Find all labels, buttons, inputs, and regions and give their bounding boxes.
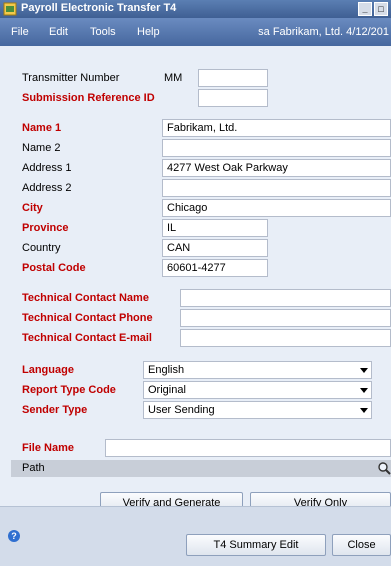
transmitter-number-field[interactable] [198,69,268,87]
report-type-value: Original [148,384,186,396]
user-company-date: sa Fabrikam, Ltd. 4/12/201 [258,26,389,38]
chevron-down-icon[interactable] [360,388,368,393]
chevron-down-icon[interactable] [360,368,368,373]
app-icon [3,2,17,16]
postal-code-label: Postal Code [22,262,86,274]
menu-file[interactable]: File [11,26,29,38]
address2-field[interactable] [162,179,391,197]
path-label: Path [22,462,45,474]
language-select[interactable]: English [143,361,372,379]
menu-bar: File Edit Tools Help sa Fabrikam, Ltd. 4… [0,18,391,46]
menu-tools[interactable]: Tools [90,26,116,38]
name1-label: Name 1 [22,122,62,134]
language-label: Language [22,364,74,376]
file-name-field[interactable] [105,439,391,457]
menu-help[interactable]: Help [137,26,160,38]
province-field[interactable]: IL [162,219,268,237]
city-field[interactable]: Chicago [162,199,391,217]
sender-type-select[interactable]: User Sending [143,401,372,419]
name2-field[interactable] [162,139,391,157]
country-label: Country [22,242,61,254]
report-type-select[interactable]: Original [143,381,372,399]
payroll-transfer-window: Payroll Electronic Transfer T4 _ □ File … [0,0,391,566]
minimize-icon[interactable]: _ [358,2,372,16]
maximize-icon[interactable]: □ [374,2,388,16]
transmitter-prefix: MM [164,72,183,84]
tech-contact-phone-label: Technical Contact Phone [22,312,153,324]
help-icon[interactable]: ? [8,530,20,542]
sender-type-value: User Sending [148,404,215,416]
city-label: City [22,202,43,214]
path-row [11,460,391,477]
submission-reference-field[interactable] [198,89,268,107]
tech-contact-email-label: Technical Contact E-mail [22,332,152,344]
name1-field[interactable]: Fabrikam, Ltd. [162,119,391,137]
menu-edit[interactable]: Edit [49,26,68,38]
chevron-down-icon[interactable] [360,408,368,413]
submission-reference-label: Submission Reference ID [22,92,155,104]
report-type-label: Report Type Code [22,384,116,396]
title-bar: Payroll Electronic Transfer T4 _ □ [0,0,391,18]
postal-code-field[interactable]: 60601-4277 [162,259,268,277]
tech-contact-email-field[interactable] [180,329,391,347]
tech-contact-phone-field[interactable] [180,309,391,327]
tech-contact-name-label: Technical Contact Name [22,292,149,304]
country-field[interactable]: CAN [162,239,268,257]
language-value: English [148,364,185,376]
tech-contact-name-field[interactable] [180,289,391,307]
transmitter-number-label: Transmitter Number [22,72,120,84]
t4-summary-edit-button[interactable]: T4 Summary Edit [186,534,326,556]
sender-type-label: Sender Type [22,404,88,416]
window-title: Payroll Electronic Transfer T4 [21,2,177,14]
close-button[interactable]: Close [332,534,391,556]
lookup-icon[interactable] [377,461,391,475]
address2-label: Address 2 [22,182,72,194]
province-label: Province [22,222,69,234]
file-name-label: File Name [22,442,74,454]
address1-label: Address 1 [22,162,72,174]
address1-field[interactable]: 4277 West Oak Parkway [162,159,391,177]
name2-label: Name 2 [22,142,61,154]
